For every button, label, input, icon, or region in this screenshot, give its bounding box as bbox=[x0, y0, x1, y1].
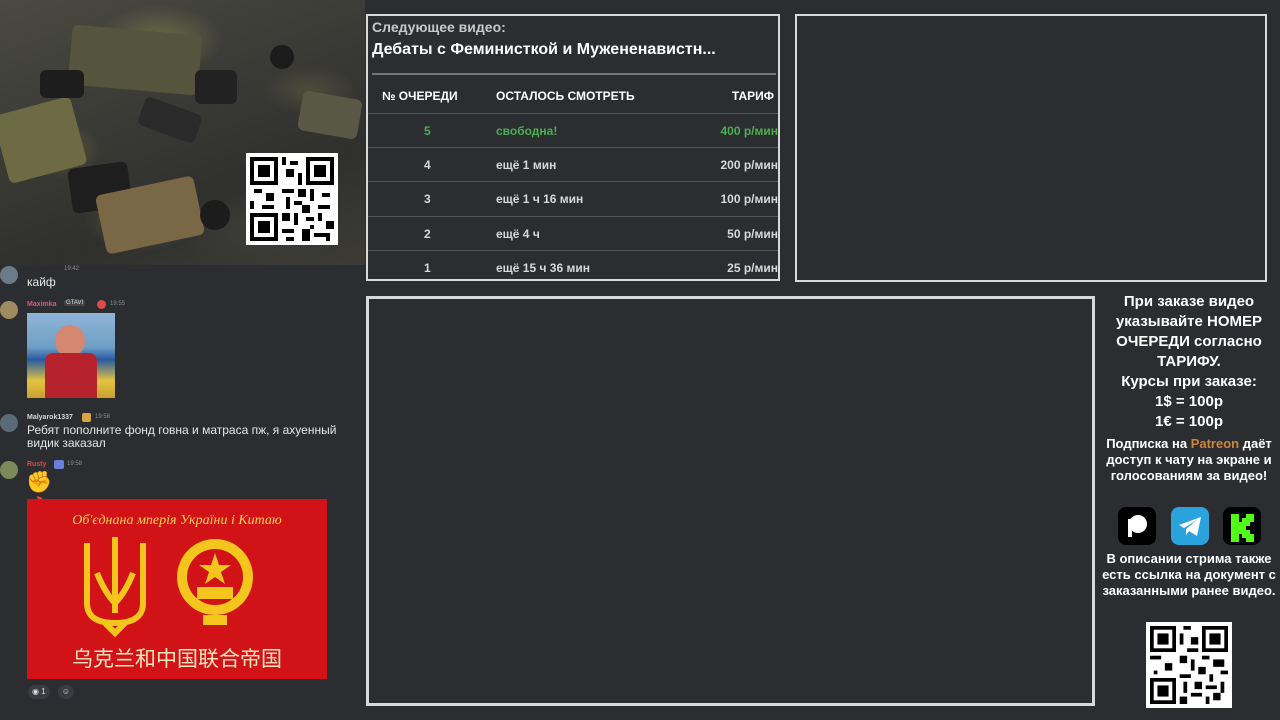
flag-subtitle: 乌克兰和中国联合帝国 bbox=[72, 648, 282, 671]
rate-eur: 1€ = 100р bbox=[1155, 413, 1223, 430]
stream-photo bbox=[0, 0, 365, 265]
reaction-count: 1 bbox=[41, 687, 46, 696]
emblem-icon bbox=[177, 539, 253, 625]
queue-num: 3 bbox=[424, 192, 431, 206]
message-text: Ребят пополните фонд говна и матраса пж,… bbox=[27, 423, 337, 450]
timestamp: 19:42 bbox=[64, 266, 80, 272]
next-video-label: Следующее видео: bbox=[372, 19, 506, 35]
queue-tariff: 25 р/мин bbox=[727, 261, 778, 275]
queue-tariff: 400 р/мин bbox=[720, 124, 778, 138]
video-frame-secondary bbox=[795, 14, 1267, 282]
queue-num: 4 bbox=[424, 158, 431, 172]
timestamp: 19:55 bbox=[110, 301, 126, 307]
queue-remaining: ещё 15 ч 36 мин bbox=[496, 261, 590, 275]
add-reaction-button[interactable]: ☺ bbox=[58, 685, 74, 699]
queue-row: 2 ещё 4 ч 50 р/мин bbox=[368, 216, 778, 250]
patreon-icon[interactable] bbox=[1118, 507, 1156, 545]
timestamp: 19:58 bbox=[67, 461, 83, 467]
queue-row: 1 ещё 15 ч 36 мин 25 р/мин bbox=[368, 250, 778, 284]
avatar bbox=[0, 461, 18, 479]
username[interactable]: Rusty bbox=[27, 461, 46, 468]
username[interactable]: Maximka bbox=[27, 301, 57, 308]
qr-code-top bbox=[246, 153, 338, 245]
queue-remaining: ещё 4 ч bbox=[496, 227, 540, 241]
kick-icon[interactable] bbox=[1223, 507, 1261, 545]
trident-icon bbox=[84, 537, 146, 638]
telegram-icon[interactable] bbox=[1171, 507, 1209, 545]
col-header-tariff: ТАРИФ bbox=[731, 89, 774, 103]
reaction-emoji-icon: ◉ bbox=[32, 687, 39, 696]
next-video-title: Дебаты с Феминисткой и Мужененавистн... bbox=[372, 41, 716, 58]
avatar bbox=[0, 266, 18, 284]
qr-code-graphic bbox=[1150, 626, 1228, 704]
queue-tariff: 100 р/мин bbox=[720, 192, 778, 206]
queue-num: 2 bbox=[424, 227, 431, 241]
reaction-button[interactable]: ◉ 1 bbox=[28, 685, 50, 699]
queue-row: 4 ещё 1 мин 200 р/мин bbox=[368, 147, 778, 181]
message-text: кайф bbox=[27, 275, 56, 289]
rates-title: Курсы при заказе: bbox=[1121, 373, 1257, 390]
queue-num: 5 bbox=[424, 124, 431, 138]
order-note: При заказе видео указывайте НОМЕР ОЧЕРЕД… bbox=[1115, 293, 1263, 370]
queue-tariff: 50 р/мин bbox=[727, 227, 778, 241]
add-reaction-icon: ☺ bbox=[61, 687, 71, 696]
patreon-link[interactable]: Patreon bbox=[1191, 436, 1239, 451]
queue-tariff: 200 р/мин bbox=[720, 158, 778, 172]
info-panel: При заказе видео указывайте НОМЕР ОЧЕРЕД… bbox=[1100, 292, 1278, 484]
queue-panel: Следующее видео: Дебаты с Феминисткой и … bbox=[366, 14, 780, 281]
queue-remaining: ещё 1 мин bbox=[496, 158, 557, 172]
rate-usd: 1$ = 100р bbox=[1155, 393, 1223, 410]
user-badge: GTAVI bbox=[64, 300, 86, 306]
badge-icon bbox=[82, 413, 91, 422]
avatar bbox=[0, 301, 18, 319]
col-header-remaining: ОСТАЛОСЬ СМОТРЕТЬ bbox=[496, 89, 635, 103]
badge-icon bbox=[54, 460, 64, 469]
subscription-note: Подписка на Patreon даёт доступ к чату н… bbox=[1100, 436, 1278, 484]
queue-remaining: свободна! bbox=[496, 124, 558, 138]
divider bbox=[372, 73, 776, 75]
badge-icon bbox=[97, 300, 106, 309]
username[interactable]: Malyarok1337 bbox=[27, 414, 73, 421]
queue-row: 5 свободна! 400 р/мин bbox=[368, 113, 778, 147]
attached-image[interactable] bbox=[27, 313, 115, 398]
flag-title: Об'єднана мперія України і Китаю bbox=[72, 513, 282, 528]
queue-num: 1 bbox=[424, 261, 431, 275]
qr-code-bottom bbox=[1146, 622, 1232, 708]
video-frame-main bbox=[366, 296, 1095, 706]
subscription-prefix: Подписка на bbox=[1106, 436, 1191, 451]
flag-image[interactable]: Об'єднана мперія України і Китаю 乌克兰和中国联… bbox=[27, 499, 327, 679]
queue-row: 3 ещё 1 ч 16 мин 100 р/мин bbox=[368, 181, 778, 215]
avatar bbox=[0, 414, 18, 432]
qr-code-graphic bbox=[250, 157, 334, 241]
timestamp: 19:58 bbox=[95, 414, 111, 420]
queue-remaining: ещё 1 ч 16 мин bbox=[496, 192, 584, 206]
document-note: В описании стрима также есть ссылка на д… bbox=[1102, 551, 1276, 598]
col-header-num: № ОЧЕРЕДИ bbox=[382, 89, 458, 103]
